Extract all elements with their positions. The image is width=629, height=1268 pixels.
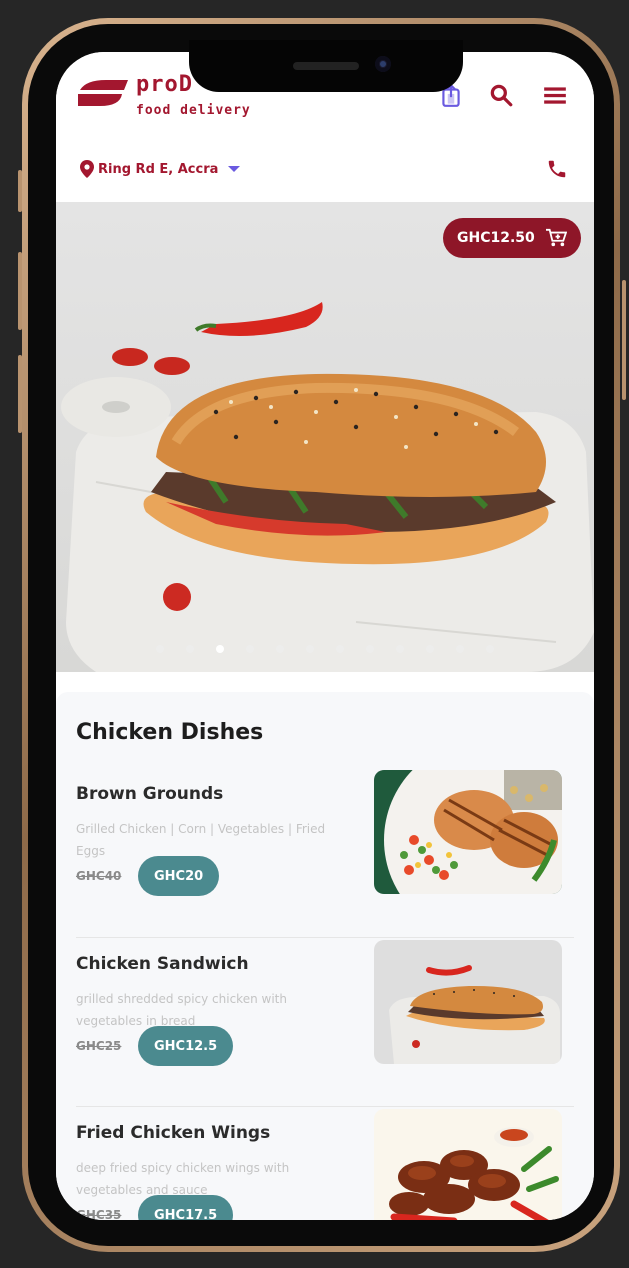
item-old-price: GHC25 — [76, 1039, 122, 1053]
item-old-price: GHC40 — [76, 869, 122, 883]
carousel-dot[interactable] — [366, 645, 374, 653]
carousel-dot[interactable] — [426, 645, 434, 653]
app-screen: proD food delivery Ring Rd E, Accra GHC1… — [56, 52, 594, 1220]
menu-item-brown-grounds[interactable]: Brown Grounds Grilled Chicken | Corn | V… — [76, 770, 574, 934]
chicken-wings-image — [374, 1109, 562, 1220]
divider — [76, 937, 574, 938]
phone-volume-up — [18, 252, 22, 330]
hero-banner[interactable]: GHC12.50 — [56, 202, 594, 672]
carousel-dot[interactable] — [186, 645, 194, 653]
item-name: Chicken Sandwich — [76, 954, 249, 974]
location-label: Ring Rd E, Accra — [98, 161, 219, 177]
menu-section: Chicken Dishes Brown Grounds Grilled Chi… — [56, 692, 594, 1220]
front-camera — [375, 56, 391, 72]
carousel-dot[interactable] — [156, 645, 164, 653]
divider — [76, 1106, 574, 1107]
carousel-dot[interactable] — [246, 645, 254, 653]
phone-notch — [189, 40, 463, 92]
cart-total-label: GHC12.50 — [457, 230, 535, 246]
brand-tagline: food delivery — [136, 103, 251, 118]
carousel-dot[interactable] — [306, 645, 314, 653]
carousel-dots — [156, 645, 494, 653]
brown-grounds-image — [374, 770, 562, 894]
menu-item-fried-chicken-wings[interactable]: Fried Chicken Wings deep fried spicy chi… — [76, 1109, 574, 1220]
location-selector[interactable]: Ring Rd E, Accra — [80, 160, 241, 178]
chicken-sandwich-image — [374, 940, 562, 1064]
hamburger-menu-icon[interactable] — [542, 82, 568, 108]
section-title: Chicken Dishes — [76, 720, 264, 745]
carousel-dot[interactable] — [396, 645, 404, 653]
phone-volume-down — [18, 355, 22, 433]
item-name: Brown Grounds — [76, 784, 224, 804]
phone-mute-switch — [18, 170, 22, 212]
carousel-dot[interactable] — [336, 645, 344, 653]
chevron-down-icon — [228, 166, 241, 172]
item-price-button[interactable]: GHC17.5 — [138, 1195, 234, 1220]
map-pin-icon — [80, 160, 94, 178]
item-price-button[interactable]: GHC20 — [138, 856, 220, 896]
cart-total-button[interactable]: GHC12.50 — [443, 218, 581, 258]
cart-icon — [545, 228, 567, 247]
prod-logo-icon[interactable] — [76, 78, 130, 108]
item-price-button[interactable]: GHC12.5 — [138, 1026, 234, 1066]
phone-icon[interactable] — [546, 158, 568, 180]
menu-item-chicken-sandwich[interactable]: Chicken Sandwich grilled shredded spicy … — [76, 940, 574, 1104]
item-name: Fried Chicken Wings — [76, 1123, 271, 1143]
search-icon[interactable] — [488, 82, 514, 108]
brand-name: proD — [136, 72, 193, 97]
carousel-dot[interactable] — [276, 645, 284, 653]
phone-power-button — [622, 280, 626, 400]
sandwich-photo — [61, 302, 594, 672]
speaker-grille — [293, 62, 359, 70]
carousel-dot[interactable] — [456, 645, 464, 653]
item-old-price: GHC35 — [76, 1208, 122, 1220]
carousel-dot[interactable] — [216, 645, 224, 653]
carousel-dot[interactable] — [486, 645, 494, 653]
